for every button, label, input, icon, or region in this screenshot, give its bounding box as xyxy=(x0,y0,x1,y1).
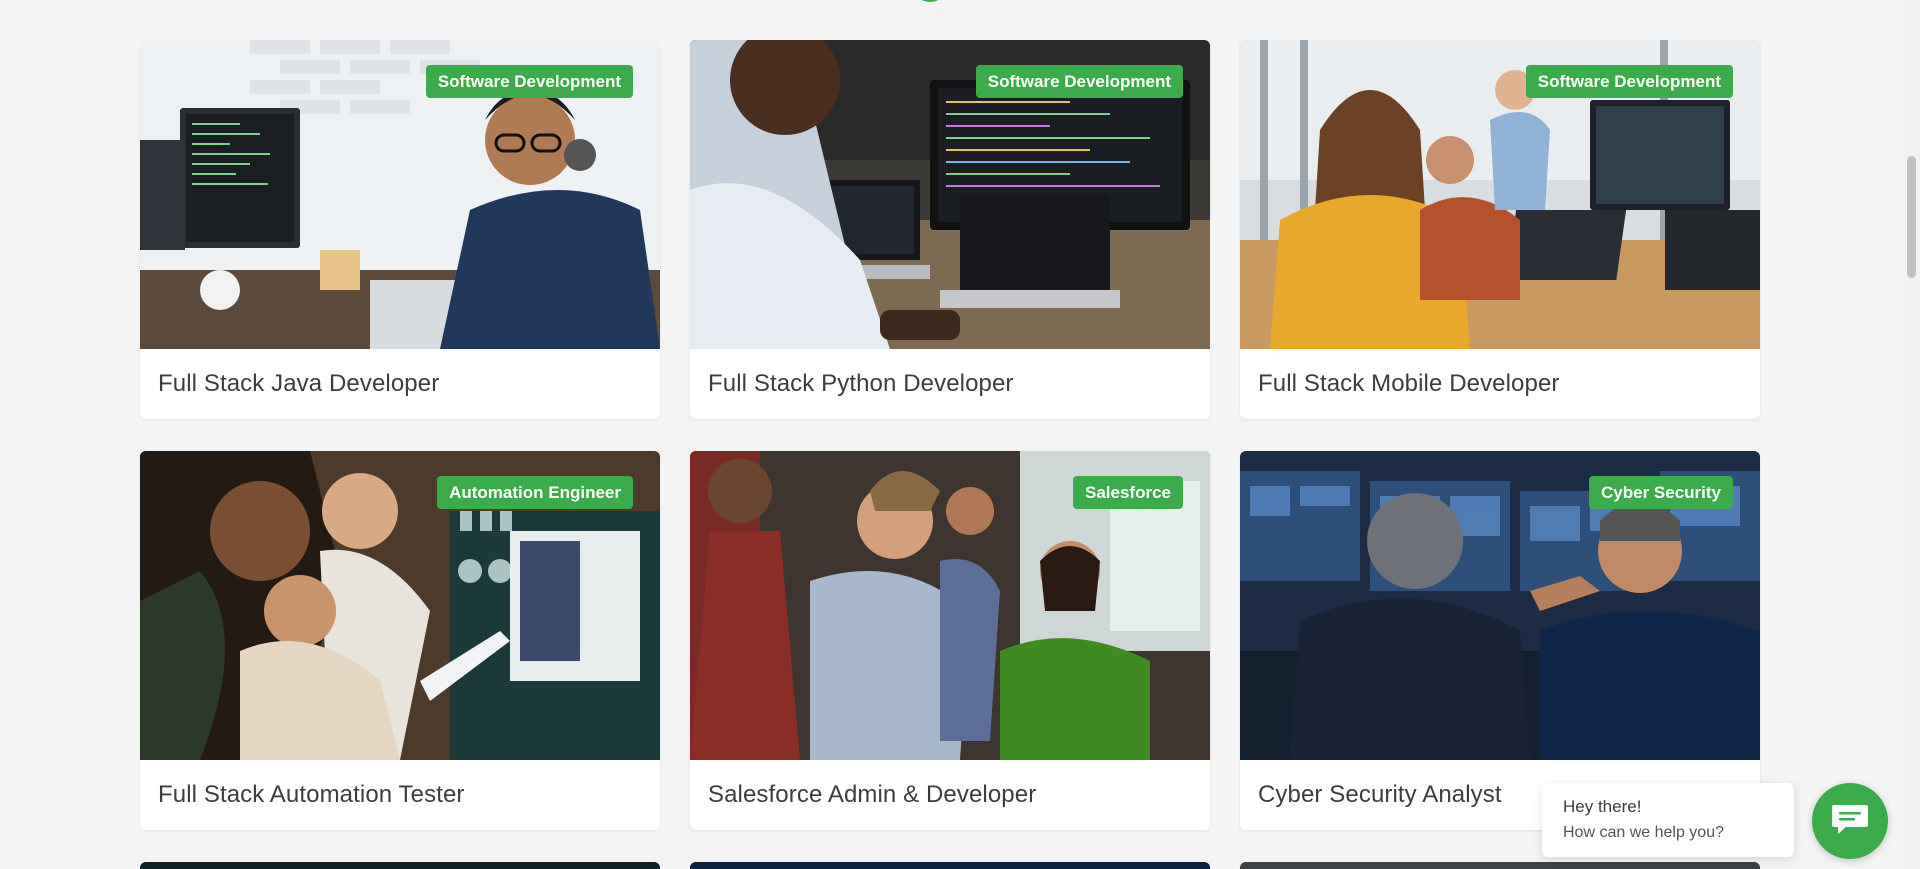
course-image: Software Development xyxy=(1240,40,1760,349)
chat-greeting-bubble[interactable]: Hey there! How can we help you? xyxy=(1542,783,1794,857)
course-image xyxy=(140,862,660,869)
course-category-badge[interactable]: Cyber Security xyxy=(1589,476,1733,509)
course-category-badge[interactable]: Software Development xyxy=(975,65,1183,98)
course-category-badge[interactable]: Software Development xyxy=(1525,65,1733,98)
course-image: Automation Engineer xyxy=(140,451,660,760)
course-card-mobile[interactable]: Software Development Full Stack Mobile D… xyxy=(1240,40,1760,419)
course-category-badge[interactable]: Salesforce xyxy=(1073,476,1183,509)
course-card-cyber-security[interactable]: Cyber Security Cyber Security Analyst xyxy=(1240,451,1760,830)
course-card-automation[interactable]: Automation Engineer Full Stack Automatio… xyxy=(140,451,660,830)
course-card-salesforce[interactable]: Salesforce Salesforce Admin & Developer xyxy=(690,451,1210,830)
course-card-partial[interactable] xyxy=(1240,862,1760,869)
chat-greeting: Hey there! xyxy=(1563,797,1642,816)
course-image xyxy=(690,862,1210,869)
chat-icon xyxy=(1830,801,1870,842)
section-heading-accent xyxy=(912,0,948,2)
course-category-badge[interactable]: Software Development xyxy=(425,65,633,98)
course-image: Software Development xyxy=(140,40,660,349)
page-scrollbar[interactable] xyxy=(1903,0,1920,869)
course-title[interactable]: Full Stack Java Developer xyxy=(140,349,660,419)
course-title[interactable]: Full Stack Automation Tester xyxy=(140,760,660,830)
course-card-python[interactable]: Software Development Full Stack Python D… xyxy=(690,40,1210,419)
scrollbar-thumb[interactable] xyxy=(1907,156,1916,278)
course-title[interactable]: Salesforce Admin & Developer xyxy=(690,760,1210,830)
chat-launcher-button[interactable] xyxy=(1812,783,1888,859)
course-grid: Software Development Full Stack Java Dev… xyxy=(140,40,1760,869)
course-title[interactable]: Full Stack Mobile Developer xyxy=(1240,349,1760,419)
course-card-partial[interactable] xyxy=(140,862,660,869)
course-card-java[interactable]: Software Development Full Stack Java Dev… xyxy=(140,40,660,419)
course-category-badge[interactable]: Automation Engineer xyxy=(437,476,633,509)
course-image: Software Development xyxy=(690,40,1210,349)
course-card-partial[interactable] xyxy=(690,862,1210,869)
course-image: Salesforce xyxy=(690,451,1210,760)
chat-prompt: How can we help you? xyxy=(1563,824,1724,841)
course-image xyxy=(1240,862,1760,869)
course-image: Cyber Security xyxy=(1240,451,1760,760)
course-title[interactable]: Full Stack Python Developer xyxy=(690,349,1210,419)
